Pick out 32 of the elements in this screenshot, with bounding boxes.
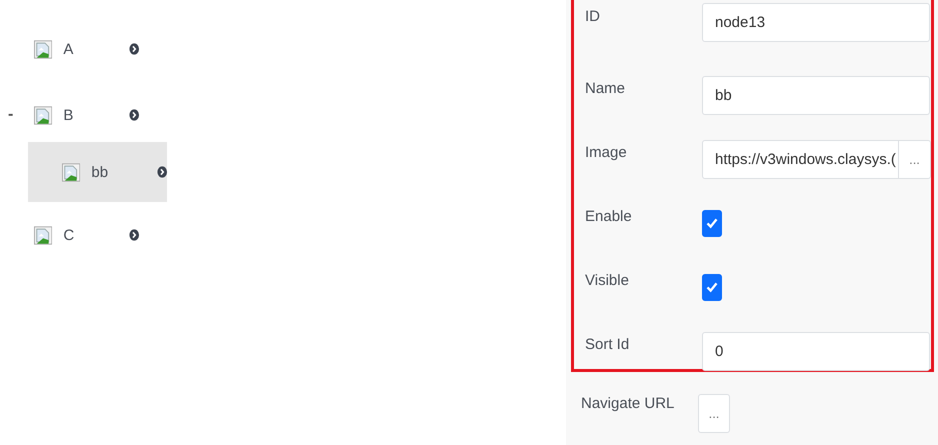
- chevron-icon[interactable]: [128, 108, 140, 122]
- tree-item[interactable]: - B: [0, 98, 139, 132]
- tree-label: bb: [91, 164, 110, 180]
- chevron-icon[interactable]: [128, 42, 140, 56]
- field-label: Image: [585, 144, 628, 160]
- broken-image-icon: [34, 38, 52, 60]
- collapse-toggle[interactable]: -: [8, 106, 14, 124]
- broken-image-icon: [62, 162, 80, 182]
- tree-label: A: [63, 40, 74, 58]
- image-url-field[interactable]: https://v3windows.claysys.(: [702, 140, 899, 178]
- text-field[interactable]: 0: [702, 332, 930, 370]
- tree-label: B: [63, 106, 74, 124]
- chevron-icon[interactable]: [128, 228, 140, 242]
- broken-image-icon: [34, 224, 52, 246]
- field-label: Navigate URL: [581, 394, 676, 412]
- tree-label: C: [63, 226, 76, 244]
- browse-button[interactable]: ...: [899, 140, 931, 178]
- text-field[interactable]: node13: [702, 3, 930, 42]
- field-label: Enable: [585, 208, 633, 224]
- tree-item[interactable]: A: [0, 32, 139, 66]
- tree-item[interactable]: bb: [28, 142, 167, 202]
- broken-image-icon: [34, 104, 52, 126]
- browse-button[interactable]: ...: [698, 394, 730, 432]
- tree-item[interactable]: C: [0, 218, 139, 252]
- field-label: Name: [585, 80, 626, 96]
- text-field[interactable]: bb: [702, 76, 930, 114]
- field-label: Sort Id: [585, 336, 630, 352]
- checkbox[interactable]: [702, 274, 722, 300]
- chevron-icon[interactable]: [156, 165, 168, 179]
- field-label: Visible: [585, 272, 630, 288]
- field-label: ID: [585, 8, 601, 25]
- checkbox[interactable]: [702, 210, 722, 236]
